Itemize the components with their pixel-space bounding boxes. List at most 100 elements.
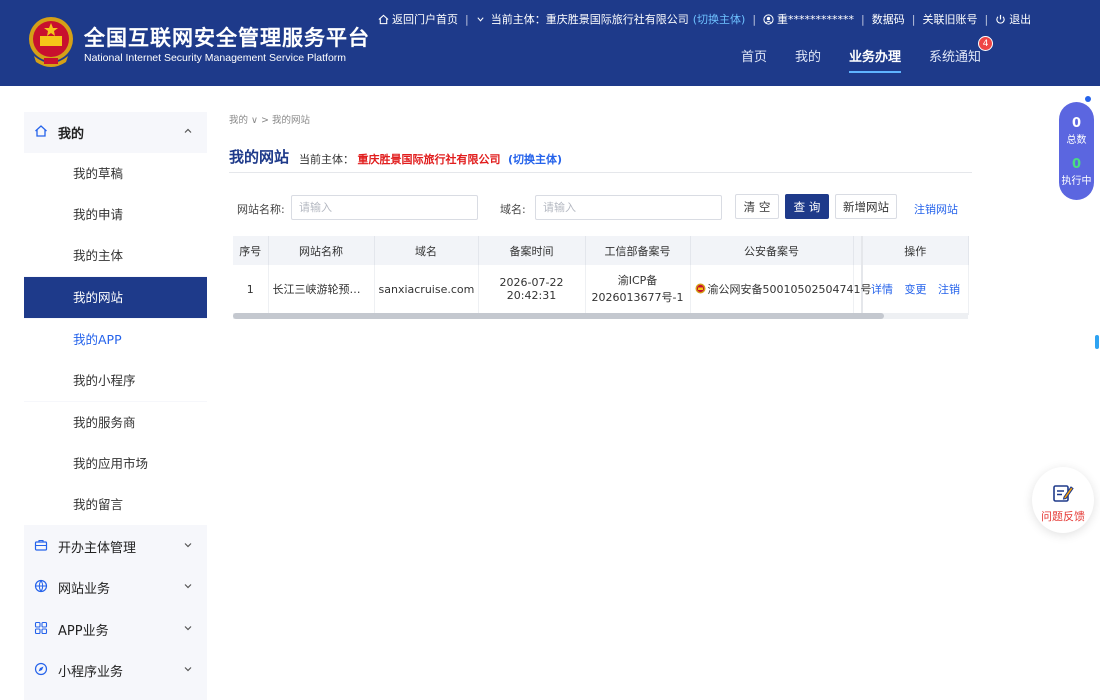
total-count: 0 [1071,116,1082,131]
compass-icon [34,662,50,678]
sidebar-item-app-markets[interactable]: 我的应用市场 [24,443,207,484]
nav-notifications[interactable]: 系统通知 4 [929,36,994,71]
row-index: 1 [233,265,269,315]
total-label: 总数 [1066,135,1087,146]
column-header: 操作 [861,236,969,265]
separator: | [911,12,916,26]
column-spacer [853,236,863,265]
current-subject-name: 重庆胜景国际旅行社有限公司 [545,13,689,26]
breadcrumb-separator: > [261,115,273,126]
feedback-label: 问题反馈 [1041,510,1085,523]
task-counter-widget[interactable]: 0 总数 0 执行中 [1059,102,1094,200]
sidebar-item-miniprograms[interactable]: 我的小程序 [24,360,207,401]
page-scrollbar-thumb[interactable] [1095,335,1099,349]
sidebar-item-drafts[interactable]: 我的草稿 [24,153,207,194]
grid-icon [34,621,50,637]
column-header: 网站名称 [268,236,375,265]
nav-business[interactable]: 业务办理 [849,46,902,73]
sidebar-item-apps[interactable]: 我的APP [24,319,207,360]
sidebar-item-applications[interactable]: 我的申请 [24,194,207,235]
sidebar-item-subjects[interactable]: 我的主体 [24,235,207,276]
separator: | [465,12,469,26]
chevron-down-icon [184,626,192,631]
sidebar-group-website-business[interactable]: 网站业务 [24,567,207,607]
scrollbar-thumb[interactable] [233,313,884,319]
cancel-website-link[interactable]: 注销网站 [914,201,958,217]
sidebar-group-label: 小程序业务 [58,664,124,680]
sidebar-group-subject-management[interactable]: 开办主体管理 [24,526,207,566]
running-count: 0 [1071,157,1082,172]
top-utility-bar: 返回门户首页 | 当前主体： 重庆胜景国际旅行社有限公司 (切换主体) | 重*… [378,11,1031,27]
current-subject-label: 当前主体： [299,153,354,166]
nav-mine[interactable]: 我的 [795,46,821,71]
police-emblem-icon [695,283,705,294]
modify-link[interactable]: 变更 [905,283,927,296]
cancel-link[interactable]: 注销 [938,283,960,296]
sidebar-group-mine[interactable]: 我的 [24,112,207,152]
feedback-button[interactable]: 问题反馈 [1032,467,1094,533]
page-title: 我的网站 [229,148,290,166]
home-icon [378,14,389,25]
globe-icon [34,579,50,595]
breadcrumb: 我的 ∨ > 我的网站 [229,112,310,126]
nav-notifications-label: 系统通知 [929,50,982,65]
table-horizontal-scrollbar[interactable] [233,313,968,319]
row-actions: 详情 变更 注销 [861,265,969,315]
chevron-down-icon [184,584,192,589]
data-code-link[interactable]: 数据码 [872,11,905,27]
site-name-label: 网站名称: [237,203,285,216]
sidebar-item-websites[interactable]: 我的网站 [24,277,207,318]
divider [229,172,972,173]
column-header: 工信部备案号 [585,236,691,265]
row-police-no: 渝公网安备50010502504741号 [707,283,872,297]
sidebar-item-providers[interactable]: 我的服务商 [24,402,207,443]
sidebar-group-label: 网站业务 [58,581,111,597]
row-domain: sanxiacruise.com [374,265,479,315]
sidebar-group-miniprogram-business[interactable]: 小程序业务 [24,650,207,690]
platform-title: 全国互联网安全管理服务平台 [84,26,370,50]
websites-table: 序号 网站名称 域名 备案时间 工信部备案号 公安备案号 操作 1 长江三峡游轮… [233,236,969,315]
separator: | [861,12,865,26]
table-row: 1 长江三峡游轮预订... sanxiacruise.com 2026-07-2… [233,265,969,315]
row-site-name: 长江三峡游轮预订... [268,265,375,315]
column-header: 序号 [233,236,269,265]
briefcase-icon [34,538,50,554]
table-header-row: 序号 网站名称 域名 备案时间 工信部备案号 公安备案号 操作 [233,236,969,265]
running-label: 执行中 [1061,176,1092,187]
logout-link[interactable]: 退出 [995,11,1031,27]
chevron-down-icon [184,543,192,548]
breadcrumb-parent[interactable]: 我的 [229,115,248,126]
clear-button[interactable]: 清 空 [735,194,779,219]
notification-count-badge: 4 [978,36,994,51]
domain-input[interactable] [535,195,722,220]
switch-subject-link[interactable]: (切换主体) [508,153,562,166]
power-icon [996,14,1005,24]
link-old-account-link[interactable]: 关联旧账号 [922,11,977,27]
add-website-button[interactable]: 新增网站 [835,194,897,219]
chevron-down-icon [184,667,192,672]
breadcrumb-current: 我的网站 [272,115,311,126]
detail-link[interactable]: 详情 [871,283,893,296]
nav-home[interactable]: 首页 [741,46,767,71]
current-subject: 当前主体： 重庆胜景国际旅行社有限公司 (切换主体) [299,151,562,167]
column-header: 公安备案号 [690,236,854,265]
platform-subtitle: National Internet Security Management Se… [84,52,347,64]
row-record-time: 2026-07-22 20:42:31 [478,265,586,315]
sidebar-item-messages[interactable]: 我的留言 [24,484,207,525]
home-portal-link[interactable]: 返回门户首页 [378,11,458,27]
sidebar-group-label: APP业务 [58,623,109,639]
switch-subject-link[interactable]: (切换主体) [693,11,746,27]
current-subject-label: 当前主体： [490,13,546,26]
sidebar-group-app-business[interactable]: APP业务 [24,609,207,649]
query-button[interactable]: 查 询 [785,194,829,219]
site-name-input[interactable] [291,195,478,220]
status-dot [1085,96,1091,102]
row-police-no-cell: 渝公网安备50010502504741号 [690,265,871,315]
header: 全国互联网安全管理服务平台 National Internet Security… [0,0,1100,86]
chevron-down-icon[interactable] [476,15,485,24]
chevron-down-icon: ∨ [251,115,259,126]
national-emblem-icon [29,17,73,67]
column-header: 域名 [374,236,479,265]
user-menu[interactable]: 重************ [763,11,854,27]
row-miit-no: 渝ICP备2026013677号-1 [585,265,691,315]
